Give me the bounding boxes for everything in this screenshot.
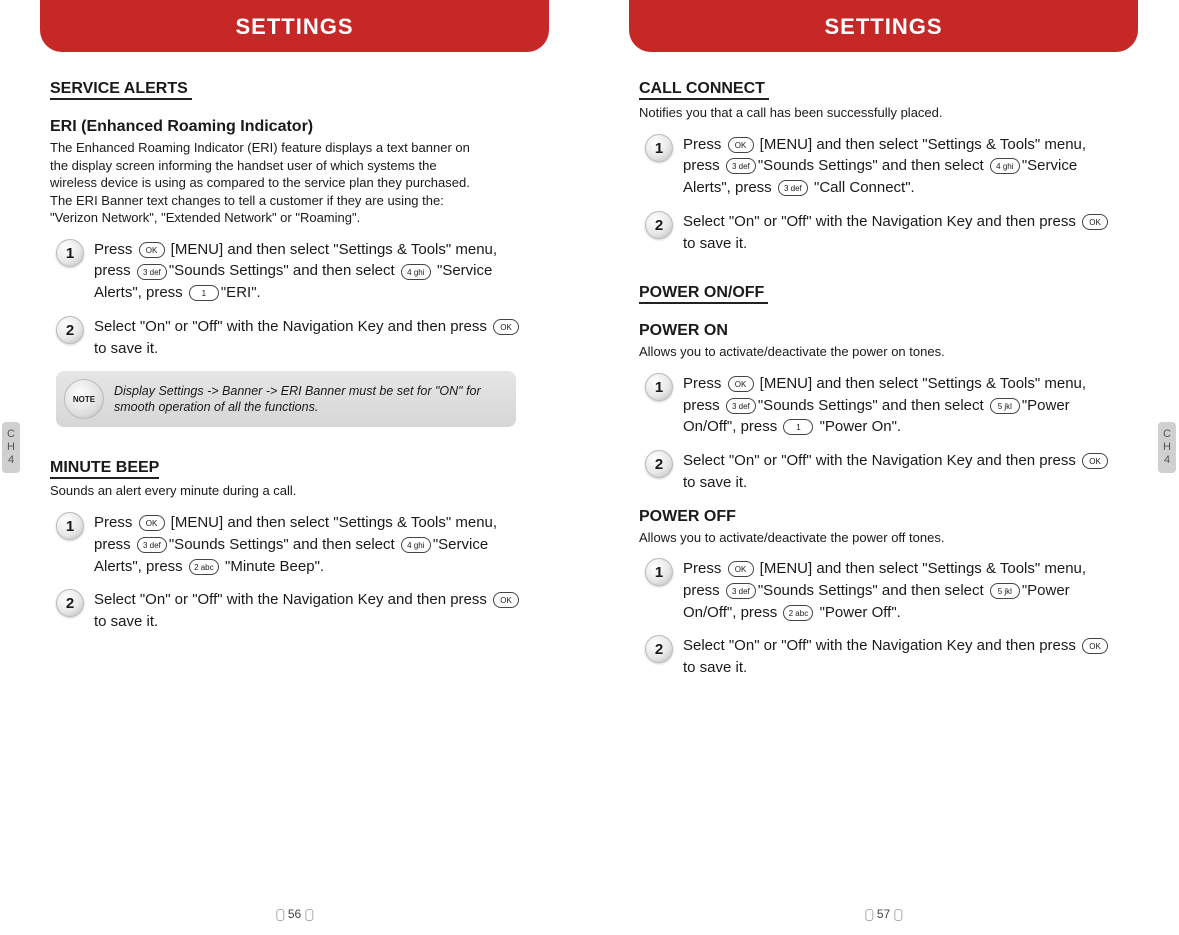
note-icon: NOTE bbox=[64, 379, 104, 419]
right-content: CALL CONNECT Notifies you that a call ha… bbox=[619, 72, 1148, 679]
left-content: SERVICE ALERTS ERI (Enhanced Roaming Ind… bbox=[30, 72, 559, 633]
key-2-icon: 2 abc bbox=[189, 559, 219, 575]
ok-key-icon: OK bbox=[728, 137, 754, 153]
step-text: Press OK [MENU] and then select "Setting… bbox=[94, 239, 526, 304]
ok-key-icon: OK bbox=[728, 561, 754, 577]
key-5-icon: 5 jkl bbox=[990, 583, 1020, 599]
header-tab: SETTINGS bbox=[40, 0, 549, 52]
step-text: Select "On" or "Off" with the Navigation… bbox=[683, 450, 1115, 494]
step-number: 1 bbox=[645, 373, 673, 401]
poweroff-step-1: 1 Press OK [MENU] and then select "Setti… bbox=[645, 558, 1115, 623]
header-tab: SETTINGS bbox=[629, 0, 1138, 52]
step-text: Select "On" or "Off" with the Navigation… bbox=[683, 635, 1115, 679]
step-text: Select "On" or "Off" with the Navigation… bbox=[683, 211, 1115, 255]
call-connect-desc: Notifies you that a call has been succes… bbox=[639, 104, 1069, 122]
step-number: 2 bbox=[56, 589, 84, 617]
step-text: Select "On" or "Off" with the Navigation… bbox=[94, 316, 526, 360]
sub-eri-title: ERI (Enhanced Roaming Indicator) bbox=[50, 118, 539, 136]
page-number-right: 57 bbox=[861, 907, 906, 921]
page-right: SETTINGS CH4 CALL CONNECT Notifies you t… bbox=[589, 0, 1178, 935]
minute-step-1: 1 Press OK [MENU] and then select "Setti… bbox=[56, 512, 526, 577]
note-text: Display Settings -> Banner -> ERI Banner… bbox=[114, 383, 502, 416]
key-3-icon: 3 def bbox=[137, 537, 167, 553]
page-number-left: 56 bbox=[272, 907, 317, 921]
step-number: 1 bbox=[56, 512, 84, 540]
ok-key-icon: OK bbox=[1082, 638, 1108, 654]
step-number: 2 bbox=[56, 316, 84, 344]
key-5-icon: 5 jkl bbox=[990, 398, 1020, 414]
step-text: Press OK [MENU] and then select "Setting… bbox=[683, 134, 1115, 199]
minute-step-2: 2 Select "On" or "Off" with the Navigati… bbox=[56, 589, 526, 633]
key-4-icon: 4 ghi bbox=[401, 537, 431, 553]
section-call-connect: CALL CONNECT bbox=[639, 80, 769, 100]
ok-key-icon: OK bbox=[139, 515, 165, 531]
step-text: Press OK [MENU] and then select "Setting… bbox=[683, 558, 1115, 623]
key-4-icon: 4 ghi bbox=[990, 158, 1020, 174]
sub-power-on-title: POWER ON bbox=[639, 322, 1128, 340]
step-number: 2 bbox=[645, 450, 673, 478]
chapter-tab-right: CH4 bbox=[1158, 422, 1176, 473]
chapter-tab-left: CH4 bbox=[2, 422, 20, 473]
poweron-step-1: 1 Press OK [MENU] and then select "Setti… bbox=[645, 373, 1115, 438]
key-3-icon: 3 def bbox=[726, 583, 756, 599]
eri-step-2: 2 Select "On" or "Off" with the Navigati… bbox=[56, 316, 526, 360]
step-text: Press OK [MENU] and then select "Setting… bbox=[94, 512, 526, 577]
step-number: 1 bbox=[56, 239, 84, 267]
step-number: 2 bbox=[645, 211, 673, 239]
key-1-icon: 1 bbox=[189, 285, 219, 301]
sub-power-off-title: POWER OFF bbox=[639, 508, 1128, 526]
sub-minute-beep-title: MINUTE BEEP bbox=[50, 459, 159, 479]
note-box: NOTE Display Settings -> Banner -> ERI B… bbox=[56, 371, 516, 427]
page-left: SETTINGS CH4 SERVICE ALERTS ERI (Enhance… bbox=[0, 0, 589, 935]
ok-key-icon: OK bbox=[493, 592, 519, 608]
key-2-icon: 2 abc bbox=[783, 605, 813, 621]
step-number: 1 bbox=[645, 558, 673, 586]
key-3-icon: 3 def bbox=[137, 264, 167, 280]
poweroff-step-2: 2 Select "On" or "Off" with the Navigati… bbox=[645, 635, 1115, 679]
step-text: Select "On" or "Off" with the Navigation… bbox=[94, 589, 526, 633]
step-number: 2 bbox=[645, 635, 673, 663]
section-service-alerts: SERVICE ALERTS bbox=[50, 80, 192, 100]
call-step-2: 2 Select "On" or "Off" with the Navigati… bbox=[645, 211, 1115, 255]
step-text: Press OK [MENU] and then select "Setting… bbox=[683, 373, 1115, 438]
key-4-icon: 4 ghi bbox=[401, 264, 431, 280]
call-step-1: 1 Press OK [MENU] and then select "Setti… bbox=[645, 134, 1115, 199]
ok-key-icon: OK bbox=[493, 319, 519, 335]
key-3-icon: 3 def bbox=[726, 158, 756, 174]
key-3-icon: 3 def bbox=[778, 180, 808, 196]
sub-minute-beep-desc: Sounds an alert every minute during a ca… bbox=[50, 482, 480, 500]
ok-key-icon: OK bbox=[1082, 214, 1108, 230]
ok-key-icon: OK bbox=[1082, 453, 1108, 469]
section-power-onoff: POWER ON/OFF bbox=[639, 284, 768, 304]
poweron-step-2: 2 Select "On" or "Off" with the Navigati… bbox=[645, 450, 1115, 494]
sub-eri-desc: The Enhanced Roaming Indicator (ERI) fea… bbox=[50, 139, 480, 227]
key-3-icon: 3 def bbox=[726, 398, 756, 414]
key-1-icon: 1 bbox=[783, 419, 813, 435]
sub-power-off-desc: Allows you to activate/deactivate the po… bbox=[639, 529, 1069, 547]
ok-key-icon: OK bbox=[139, 242, 165, 258]
ok-key-icon: OK bbox=[728, 376, 754, 392]
sub-power-on-desc: Allows you to activate/deactivate the po… bbox=[639, 343, 1069, 361]
step-number: 1 bbox=[645, 134, 673, 162]
eri-step-1: 1 Press OK [MENU] and then select "Setti… bbox=[56, 239, 526, 304]
